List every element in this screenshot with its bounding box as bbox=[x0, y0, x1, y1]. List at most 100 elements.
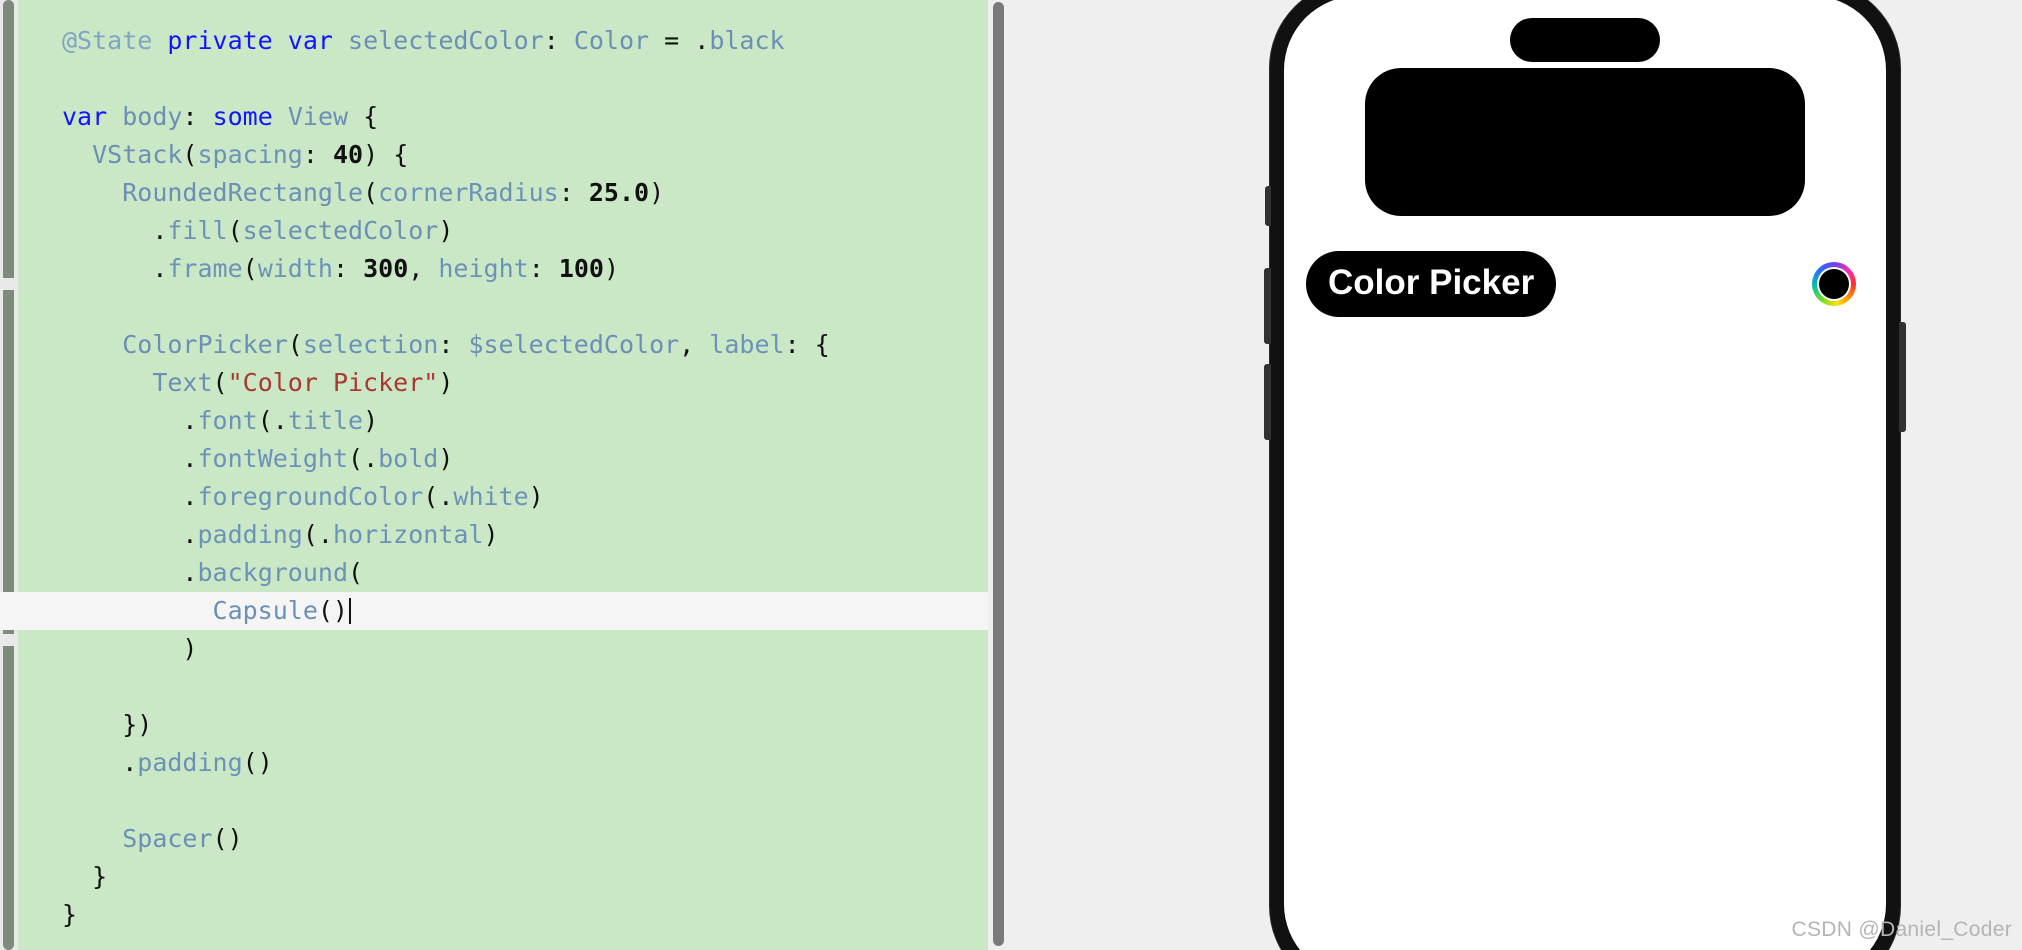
watermark-text: CSDN @Daniel_Coder bbox=[1791, 918, 2012, 941]
code-line[interactable]: .padding(.horizontal) bbox=[18, 516, 988, 554]
code-line[interactable] bbox=[18, 668, 988, 706]
code-token: selectedColor bbox=[242, 216, 439, 245]
code-line[interactable] bbox=[18, 288, 988, 326]
code-line[interactable]: }) bbox=[18, 706, 988, 744]
code-token: foregroundColor bbox=[197, 482, 424, 511]
code-token: . bbox=[363, 444, 379, 473]
code-line[interactable]: .frame(width: 300, height: 100) bbox=[18, 250, 988, 288]
code-line[interactable]: VStack(spacing: 40) { bbox=[18, 136, 988, 174]
code-token: }) bbox=[122, 710, 153, 739]
editor-vertical-scrollbar-thumb[interactable] bbox=[993, 2, 1004, 946]
code-token: Capsule bbox=[212, 596, 318, 625]
code-token: Spacer bbox=[122, 824, 213, 853]
code-token: : bbox=[528, 254, 544, 283]
volume-up-button[interactable] bbox=[1264, 268, 1271, 344]
code-line[interactable]: ) bbox=[18, 630, 988, 668]
iphone-screen[interactable]: Color Picker bbox=[1284, 0, 1886, 950]
app-preview-content: Color Picker bbox=[1284, 0, 1886, 950]
code-token: body bbox=[122, 102, 183, 131]
dynamic-island bbox=[1510, 18, 1660, 62]
code-line[interactable]: } bbox=[18, 896, 988, 934]
code-token: : bbox=[182, 102, 198, 131]
code-token: . bbox=[152, 254, 168, 283]
code-line[interactable]: var body: some View { bbox=[18, 98, 988, 136]
code-token: ( bbox=[227, 216, 243, 245]
code-line-active[interactable]: Capsule() bbox=[0, 592, 988, 630]
code-line[interactable]: @State private var selectedColor: Color … bbox=[18, 22, 988, 60]
code-line[interactable]: .font(.title) bbox=[18, 402, 988, 440]
code-line[interactable]: Text("Color Picker") bbox=[18, 364, 988, 402]
code-token: ) bbox=[528, 482, 544, 511]
code-token: ) bbox=[438, 216, 454, 245]
code-token: ) bbox=[438, 444, 454, 473]
color-picker-row[interactable]: Color Picker bbox=[1284, 251, 1886, 317]
code-line[interactable]: .fill(selectedColor) bbox=[18, 212, 988, 250]
code-token: "Color Picker" bbox=[227, 368, 439, 397]
code-line[interactable] bbox=[18, 782, 988, 820]
color-wheel-icon[interactable] bbox=[1812, 262, 1856, 306]
code-token: . bbox=[182, 406, 198, 435]
code-token: ) bbox=[363, 406, 379, 435]
code-token: { bbox=[814, 330, 830, 359]
code-token: private bbox=[167, 26, 273, 55]
code-token: Text bbox=[152, 368, 213, 397]
code-line[interactable]: Spacer() bbox=[18, 820, 988, 858]
code-token: cornerRadius bbox=[378, 178, 559, 207]
color-swatch-rounded-rectangle bbox=[1365, 68, 1805, 216]
code-token: ( bbox=[423, 482, 439, 511]
code-line[interactable]: .background( bbox=[18, 554, 988, 592]
code-line[interactable] bbox=[18, 60, 988, 98]
volume-down-button[interactable] bbox=[1264, 364, 1271, 440]
code-token: 25.0 bbox=[588, 178, 650, 207]
code-token: fontWeight bbox=[197, 444, 348, 473]
code-token: View bbox=[287, 102, 349, 131]
code-token: { bbox=[393, 140, 409, 169]
code-token: { bbox=[363, 102, 379, 131]
app-root: @State private var selectedColor: Color … bbox=[0, 0, 2022, 950]
code-line[interactable]: } bbox=[18, 858, 988, 896]
code-line[interactable]: ColorPicker(selection: $selectedColor, l… bbox=[18, 326, 988, 364]
code-token: spacing bbox=[197, 140, 303, 169]
power-button[interactable] bbox=[1899, 322, 1906, 432]
gutter-notch bbox=[0, 634, 18, 646]
code-line[interactable]: .fontWeight(.bold) bbox=[18, 440, 988, 478]
code-line[interactable]: .padding() bbox=[18, 744, 988, 782]
editor-left-scrollbar-thumb[interactable] bbox=[3, 0, 14, 950]
code-editor-pane[interactable]: @State private var selectedColor: Color … bbox=[0, 0, 1005, 950]
code-token: ( bbox=[363, 178, 379, 207]
code-token: . bbox=[182, 444, 198, 473]
code-line[interactable]: .foregroundColor(.white) bbox=[18, 478, 988, 516]
code-text-area[interactable]: @State private var selectedColor: Color … bbox=[0, 0, 988, 950]
code-token: Color bbox=[573, 26, 650, 55]
code-token: ) bbox=[649, 178, 665, 207]
mute-switch-button[interactable] bbox=[1265, 186, 1271, 226]
code-token: . bbox=[182, 482, 198, 511]
code-token: . bbox=[272, 406, 288, 435]
code-token: 40 bbox=[332, 140, 364, 169]
code-token: black bbox=[709, 26, 785, 55]
code-token: ( bbox=[287, 330, 303, 359]
code-token: RoundedRectangle bbox=[122, 178, 364, 207]
code-token: () bbox=[242, 748, 273, 777]
code-token: @State bbox=[62, 26, 153, 55]
code-line[interactable]: RoundedRectangle(cornerRadius: 25.0) bbox=[18, 174, 988, 212]
color-wheel-selected-swatch bbox=[1819, 269, 1849, 299]
code-token: : bbox=[784, 330, 800, 359]
